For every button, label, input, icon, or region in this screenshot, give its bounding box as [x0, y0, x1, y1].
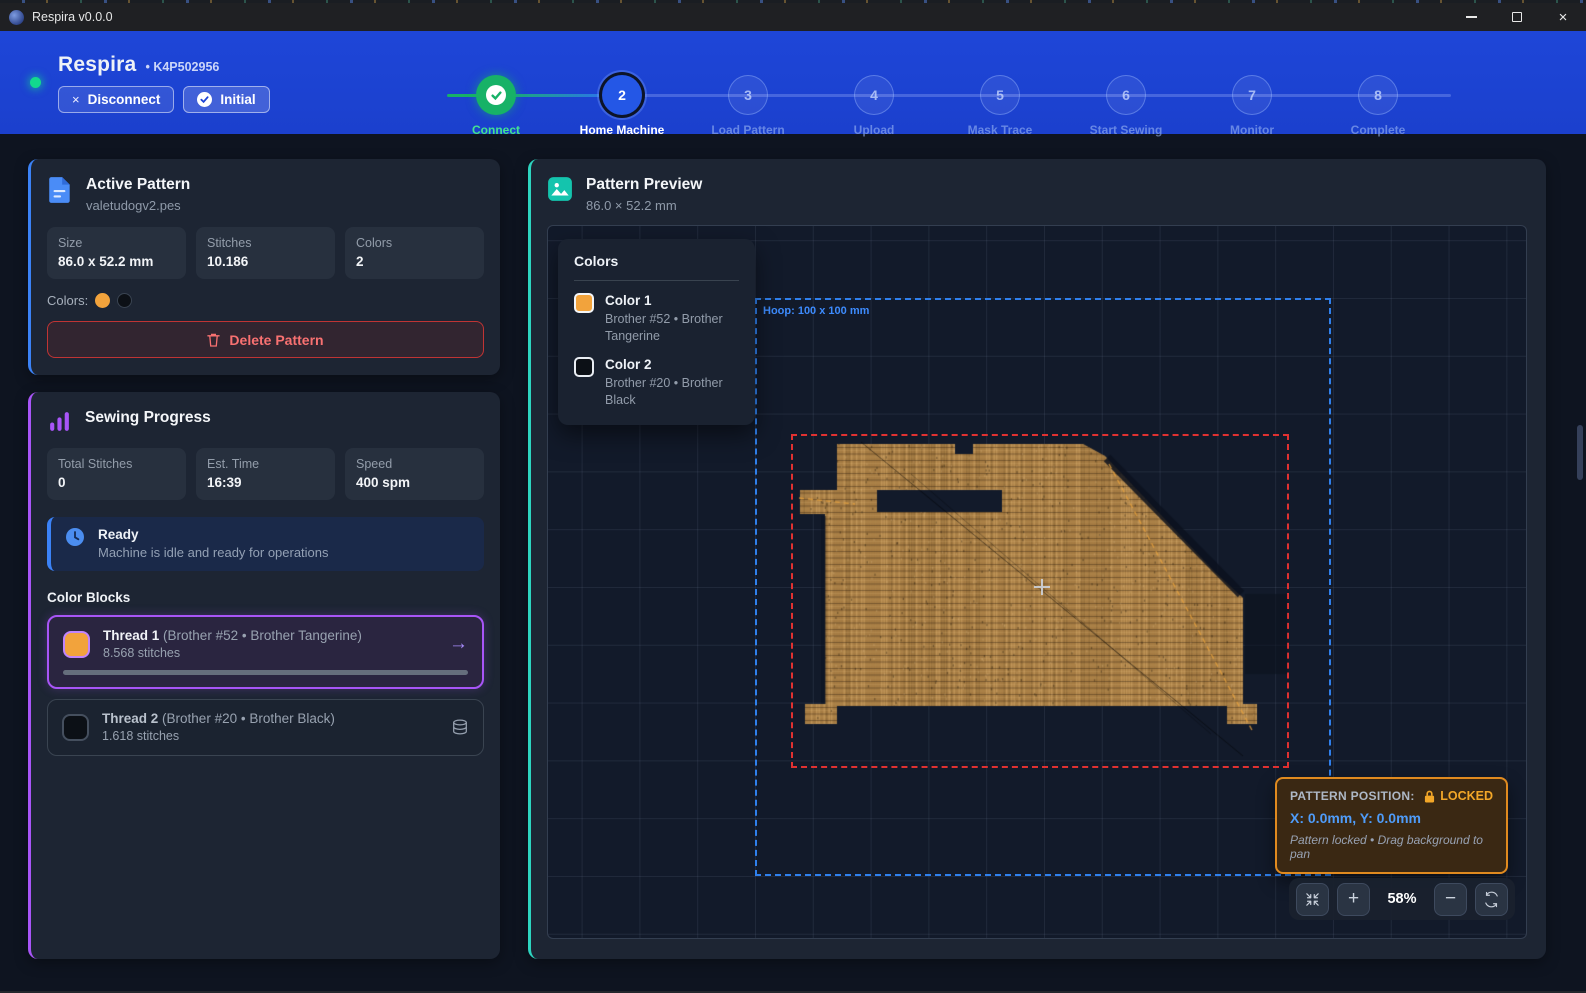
- minimize-icon: [1466, 16, 1477, 17]
- machine-status-banner: Ready Machine is idle and ready for oper…: [47, 517, 484, 571]
- stat-total-stitches: Total Stitches 0: [47, 448, 186, 500]
- pattern-coordinates: X: 0.0mm, Y: 0.0mm: [1290, 810, 1493, 826]
- compress-icon: [1304, 891, 1321, 908]
- zoom-level: 58%: [1378, 891, 1426, 907]
- disconnect-button[interactable]: × Disconnect: [58, 86, 174, 113]
- locked-badge: LOCKED: [1424, 789, 1493, 803]
- maximize-button[interactable]: [1494, 3, 1540, 31]
- clock-icon: [65, 527, 85, 547]
- step-connect[interactable]: Connect: [433, 75, 559, 137]
- check-circle-icon: [197, 92, 212, 107]
- stat-size: Size 86.0 x 52.2 mm: [47, 227, 186, 279]
- zoom-out-button[interactable]: −: [1434, 883, 1467, 916]
- legend-divider: [574, 280, 739, 281]
- legend-item-color-2: Color 2 Brother #20 • Brother Black: [574, 357, 739, 409]
- workflow-stepper: Connect 2 Home Machine 3 Load Pattern 4 …: [433, 75, 1443, 137]
- active-pattern-card: Active Pattern valetudogv2.pes Size 86.0…: [28, 159, 500, 375]
- step-mask-trace[interactable]: 5 Mask Trace: [937, 75, 1063, 137]
- check-icon: [486, 85, 506, 105]
- color-dot-orange: [95, 293, 110, 308]
- stat-est-time: Est. Time 16:39: [196, 448, 335, 500]
- sewing-progress-card: Sewing Progress Total Stitches 0 Est. Ti…: [28, 392, 500, 959]
- app-icon: [9, 10, 24, 25]
- stat-speed: Speed 400 spm: [345, 448, 484, 500]
- hoop-center-crosshair: [1033, 578, 1051, 596]
- image-icon: [547, 176, 573, 202]
- status-title: Ready: [98, 527, 329, 542]
- thread-1-progress-bar: [63, 670, 468, 675]
- step-home-machine[interactable]: 2 Home Machine: [559, 75, 685, 137]
- pan-hint: Pattern locked • Drag background to pan: [1290, 833, 1493, 861]
- hoop-size-label: Hoop: 100 x 100 mm: [763, 305, 869, 317]
- machine-serial: • K4P502956: [145, 60, 219, 74]
- pattern-preview-card: Pattern Preview 86.0 × 52.2 mm Colors Co…: [528, 159, 1546, 959]
- step-start-sewing[interactable]: 6 Start Sewing: [1063, 75, 1189, 137]
- window-scrollbar-thumb[interactable]: [1577, 425, 1583, 480]
- close-button[interactable]: ×: [1540, 3, 1586, 31]
- color-dot-black: [117, 293, 132, 308]
- pattern-dimensions: 86.0 × 52.2 mm: [586, 198, 702, 213]
- layers-icon: [451, 718, 469, 736]
- trash-icon: [207, 333, 220, 347]
- app-header: Respira • K4P502956 × Disconnect Initial: [0, 31, 1586, 134]
- maximize-icon: [1512, 12, 1522, 22]
- zoom-toolbar: + 58% −: [1289, 878, 1515, 920]
- stat-stitches: Stitches 10.186: [196, 227, 335, 279]
- app-name: Respira: [58, 53, 136, 77]
- thread-1-block[interactable]: Thread 1 (Brother #52 • Brother Tangerin…: [47, 615, 484, 689]
- stat-colors: Colors 2: [345, 227, 484, 279]
- step-monitor[interactable]: 7 Monitor: [1189, 75, 1315, 137]
- active-thread-arrow-icon: →: [449, 633, 468, 655]
- legend-swatch-2: [574, 357, 594, 377]
- colors-label: Colors:: [47, 293, 88, 308]
- thread-2-swatch: [62, 714, 89, 741]
- refresh-icon: [1483, 891, 1500, 908]
- fit-to-view-button[interactable]: [1296, 883, 1329, 916]
- document-icon: [47, 176, 73, 204]
- stitch-pattern-render[interactable]: [791, 434, 1289, 768]
- thread-1-swatch: [63, 631, 90, 658]
- status-description: Machine is idle and ready for operations: [98, 545, 329, 560]
- titlebar: Respira v0.0.0 ×: [0, 3, 1586, 31]
- disconnect-x-icon: ×: [72, 92, 80, 107]
- pattern-position-label: PATTERN POSITION:: [1290, 789, 1415, 803]
- active-pattern-title: Active Pattern: [86, 176, 190, 194]
- reset-view-button[interactable]: [1475, 883, 1508, 916]
- preview-canvas-area[interactable]: Colors Color 1 Brother #52 • Brother Tan…: [547, 225, 1527, 939]
- step-upload[interactable]: 4 Upload: [811, 75, 937, 137]
- thread-2-block[interactable]: Thread 2 (Brother #20 • Brother Black) 1…: [47, 699, 484, 756]
- legend-item-color-1: Color 1 Brother #52 • Brother Tangerine: [574, 293, 739, 345]
- minimize-button[interactable]: [1448, 3, 1494, 31]
- connection-status-dot: [30, 77, 41, 88]
- step-load-pattern[interactable]: 3 Load Pattern: [685, 75, 811, 137]
- sewing-progress-title: Sewing Progress: [85, 409, 211, 427]
- colors-legend: Colors Color 1 Brother #52 • Brother Tan…: [558, 239, 755, 425]
- zoom-in-button[interactable]: +: [1337, 883, 1370, 916]
- legend-swatch-1: [574, 293, 594, 313]
- pattern-preview-title: Pattern Preview: [586, 176, 702, 194]
- lock-icon: [1424, 790, 1435, 803]
- pattern-filename: valetudogv2.pes: [86, 198, 190, 213]
- pattern-position-overlay: PATTERN POSITION: LOCKED X: 0.0mm, Y: 0.…: [1275, 777, 1508, 874]
- delete-pattern-button[interactable]: Delete Pattern: [47, 321, 484, 358]
- step-connect-circle: [476, 75, 516, 115]
- color-blocks-label: Color Blocks: [47, 590, 484, 605]
- step-complete[interactable]: 8 Complete: [1315, 75, 1441, 137]
- legend-title: Colors: [574, 253, 739, 269]
- initial-button[interactable]: Initial: [183, 86, 269, 113]
- window-title: Respira v0.0.0: [32, 10, 113, 24]
- bar-chart-icon: [47, 409, 72, 434]
